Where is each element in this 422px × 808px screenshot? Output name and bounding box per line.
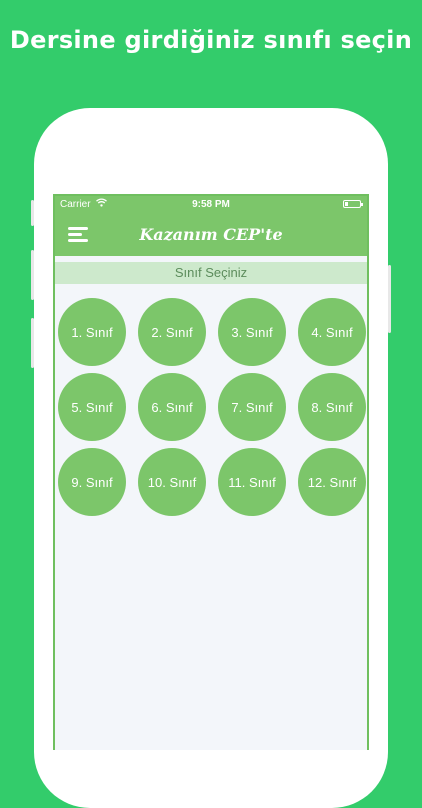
phone-side-button (31, 250, 34, 300)
marketing-headline: Dersine girdiğiniz sınıfı seçin (9, 26, 413, 54)
class-button-8[interactable]: 8. Sınıf (298, 373, 366, 441)
status-time: 9:58 PM (192, 199, 230, 210)
class-button-7[interactable]: 7. Sınıf (218, 373, 286, 441)
nav-bar: Kazanım CEP'te (55, 214, 367, 256)
class-button-5[interactable]: 5. Sınıf (58, 373, 126, 441)
class-button-6[interactable]: 6. Sınıf (138, 373, 206, 441)
battery-icon (343, 200, 363, 208)
app-screen: Carrier 9:58 PM Kazanım CEP'te Sınıf Seç… (53, 194, 369, 750)
class-button-2[interactable]: 2. Sınıf (138, 298, 206, 366)
status-bar: Carrier 9:58 PM (55, 196, 367, 214)
class-grid: 1. Sınıf 2. Sınıf 3. Sınıf 4. Sınıf 5. S… (55, 298, 367, 538)
class-button-10[interactable]: 10. Sınıf (138, 448, 206, 516)
class-button-4[interactable]: 4. Sınıf (298, 298, 366, 366)
app-title: Kazanım CEP'te (139, 225, 283, 244)
class-button-1[interactable]: 1. Sınıf (58, 298, 126, 366)
phone-side-button (31, 200, 34, 226)
class-button-11[interactable]: 11. Sınıf (218, 448, 286, 516)
section-header: Sınıf Seçiniz (55, 262, 367, 284)
phone-side-button (388, 265, 391, 333)
class-button-9[interactable]: 9. Sınıf (58, 448, 126, 516)
phone-side-button (31, 318, 34, 368)
class-button-12[interactable]: 12. Sınıf (298, 448, 366, 516)
class-button-3[interactable]: 3. Sınıf (218, 298, 286, 366)
